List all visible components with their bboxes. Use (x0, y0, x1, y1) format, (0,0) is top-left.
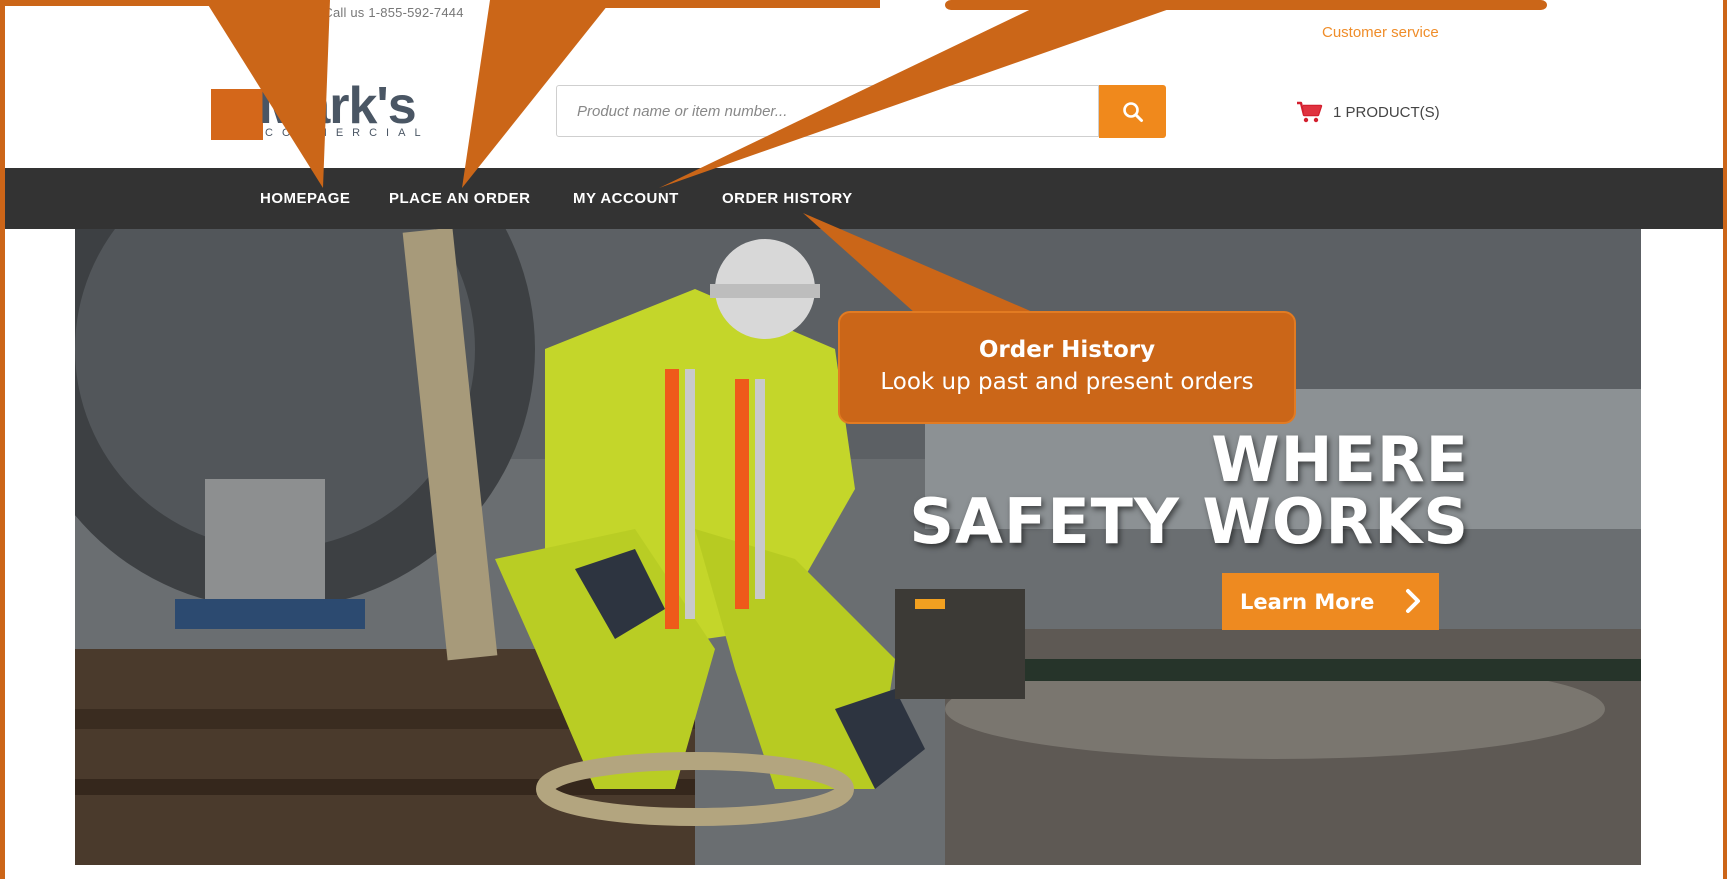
top-callout-box-right (945, 0, 1547, 10)
search-input[interactable] (556, 85, 1099, 137)
site-logo[interactable]: Mark's COMMERCIAL (211, 77, 437, 141)
top-callout-box-left (0, 0, 300, 6)
nav-item-my-account[interactable]: MY ACCOUNT (573, 190, 679, 207)
search-icon (1122, 101, 1143, 122)
search-button[interactable] (1099, 85, 1166, 138)
hero-heading-line2: SAFETY WORKS (909, 485, 1469, 558)
nav-item-homepage[interactable]: HOMEPAGE (260, 190, 350, 207)
order-history-callout: Order History Look up past and present o… (838, 311, 1296, 424)
right-frame-border (1723, 0, 1727, 879)
cart-summary[interactable]: 1 PRODUCT(S) (1296, 100, 1440, 124)
chevron-right-icon (1406, 589, 1420, 613)
contact-phone-text: ns? Call us 1-855-592-7444 (298, 5, 464, 20)
left-frame-border (0, 0, 5, 879)
cart-count-label: 1 PRODUCT(S) (1333, 103, 1440, 121)
hero-heading-line1: WHERE (1211, 423, 1469, 496)
callout-description: Look up past and present orders (880, 369, 1254, 395)
cart-icon (1297, 101, 1323, 123)
hero-heading: WHERE SAFETY WORKS (909, 429, 1469, 553)
callout-title: Order History (978, 337, 1156, 363)
logo-square-mark (211, 89, 263, 140)
nav-item-place-order[interactable]: PLACE AN ORDER (389, 190, 530, 207)
logo-subtitle-text: COMMERCIAL (265, 127, 430, 139)
learn-more-button[interactable]: Learn More (1222, 573, 1439, 630)
main-navigation: HOMEPAGE PLACE AN ORDER MY ACCOUNT ORDER… (5, 168, 1723, 229)
customer-service-link[interactable]: Customer service (1322, 24, 1439, 41)
learn-more-label: Learn More (1240, 589, 1375, 614)
nav-item-order-history[interactable]: ORDER HISTORY (722, 190, 853, 207)
top-callout-box-middle (520, 0, 880, 8)
